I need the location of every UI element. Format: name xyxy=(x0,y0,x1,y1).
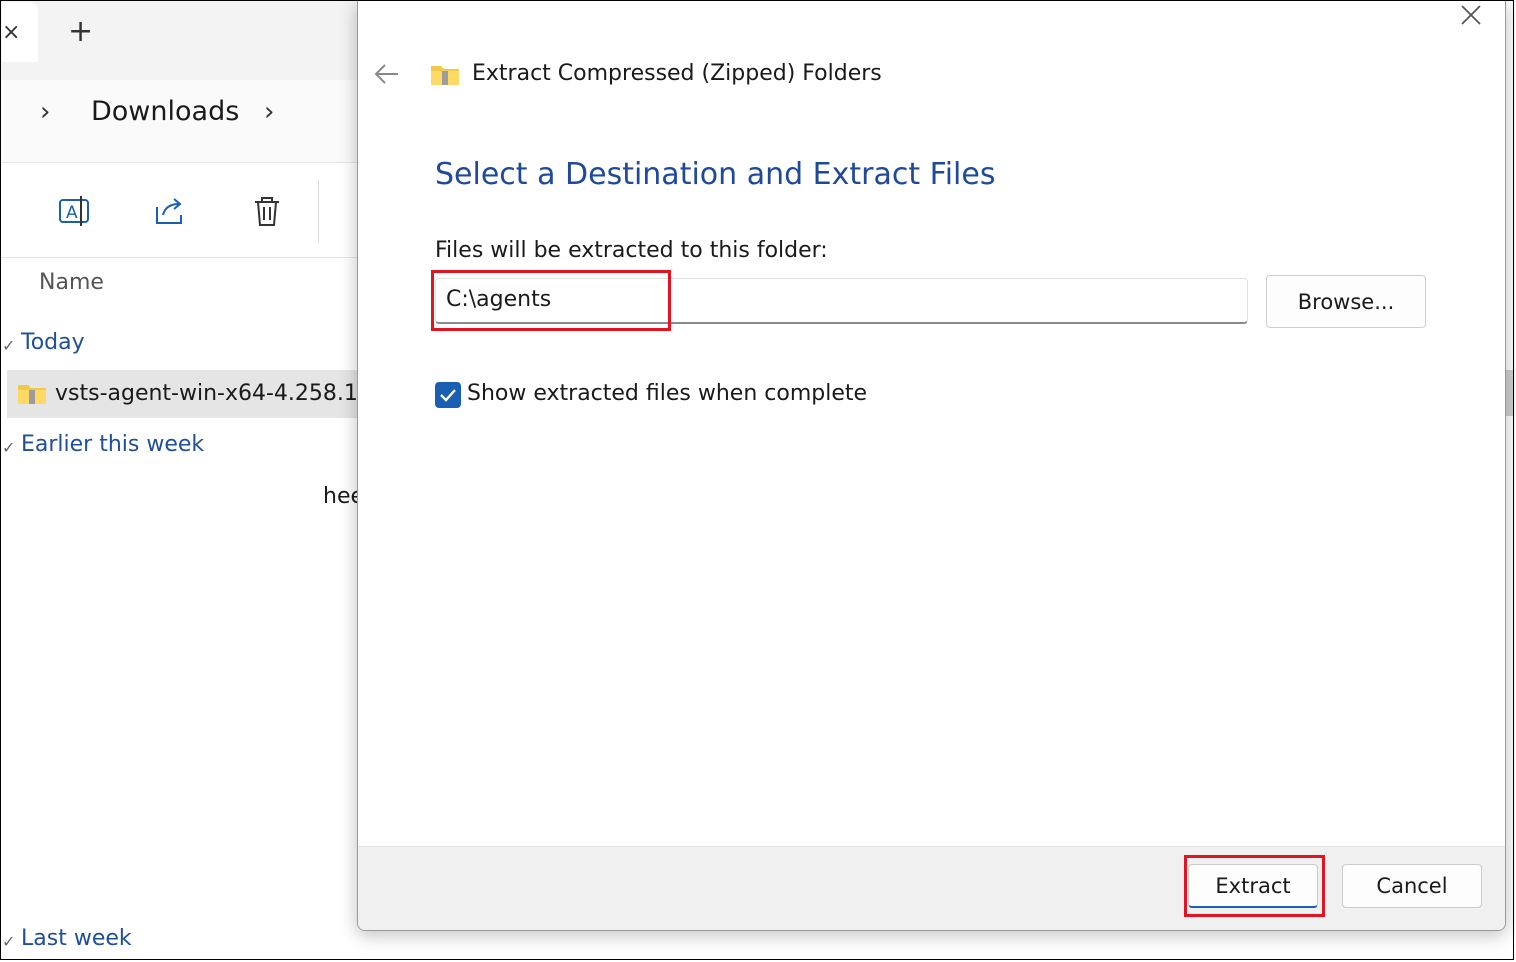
tab-close-icon[interactable]: × xyxy=(2,20,20,45)
cancel-button[interactable]: Cancel xyxy=(1342,864,1482,908)
group-today[interactable]: Today xyxy=(21,330,85,355)
group-chevron-icon[interactable]: ✓ xyxy=(2,336,15,355)
group-chevron-icon[interactable]: ✓ xyxy=(2,438,15,457)
dialog-title: Extract Compressed (Zipped) Folders xyxy=(472,61,882,86)
browse-button[interactable]: Browse... xyxy=(1266,275,1426,328)
dialog-footer xyxy=(358,846,1505,930)
destination-label: Files will be extracted to this folder: xyxy=(435,238,828,263)
highlight-box-extract xyxy=(1184,855,1325,917)
svg-text:A: A xyxy=(66,203,78,223)
new-tab-plus-icon[interactable]: + xyxy=(68,14,93,49)
breadcrumb-downloads[interactable]: Downloads xyxy=(91,96,239,127)
share-icon[interactable] xyxy=(153,193,189,229)
tab-strip: × + xyxy=(0,0,360,80)
explorer-tab[interactable]: × xyxy=(2,2,38,62)
zip-folder-icon xyxy=(431,66,459,85)
back-arrow-icon[interactable] xyxy=(372,61,402,87)
breadcrumb-chevron-icon[interactable]: › xyxy=(264,97,274,127)
toolbar-separator xyxy=(318,180,319,242)
group-earlier-this-week[interactable]: Earlier this week xyxy=(21,432,204,457)
highlight-box-path xyxy=(431,270,671,331)
extract-dialog: Extract Compressed (Zipped) Folders Sele… xyxy=(357,0,1506,931)
rename-icon[interactable]: A xyxy=(57,193,93,229)
show-files-checkbox[interactable] xyxy=(435,382,461,408)
dialog-heading: Select a Destination and Extract Files xyxy=(435,157,996,192)
column-header-name[interactable]: Name xyxy=(39,270,104,295)
show-files-label[interactable]: Show extracted files when complete xyxy=(467,381,867,406)
zip-folder-icon xyxy=(18,385,46,404)
delete-icon[interactable] xyxy=(249,193,285,229)
file-name[interactable]: vsts-agent-win-x64-4.258.1 xyxy=(55,381,358,406)
close-icon[interactable] xyxy=(1458,2,1484,28)
breadcrumb-chevron-icon[interactable]: › xyxy=(40,97,50,127)
group-last-week[interactable]: Last week xyxy=(21,926,132,951)
group-chevron-icon[interactable]: ✓ xyxy=(2,932,15,951)
